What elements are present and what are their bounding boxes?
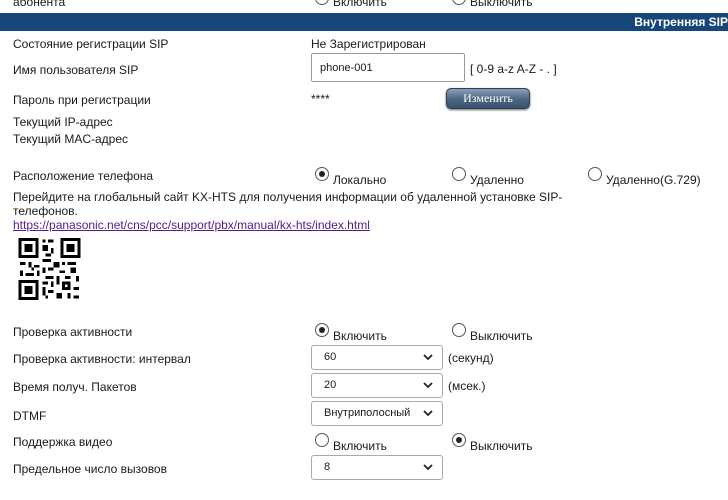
ip-label: Текущий IP-адрес xyxy=(13,115,113,129)
keepalive-interval-select[interactable]: 60 xyxy=(311,345,443,370)
remote-info-line1: Перейдите на глобальный сайт KX-HTS для … xyxy=(13,190,563,204)
subscriber-label: абонента xyxy=(13,0,66,9)
packet-time-unit: (мсек.) xyxy=(448,379,486,393)
chevron-down-icon xyxy=(423,464,433,471)
location-radio-local[interactable] xyxy=(315,167,329,181)
username-label: Имя пользователя SIP xyxy=(13,63,139,77)
max-calls-value: 8 xyxy=(324,461,331,473)
password-label: Пароль при регистрации xyxy=(13,93,151,107)
remote-info-line2: телефонов. xyxy=(13,204,78,218)
dtmf-select[interactable]: Внутриполосный xyxy=(311,401,443,426)
location-remote-label: Удаленно xyxy=(470,173,524,187)
reg-state-label: Состояние регистрации SIP xyxy=(13,37,169,51)
video-radio-off[interactable] xyxy=(452,433,466,447)
section-title: Внутренняя SIP xyxy=(634,15,728,29)
top-radio-on[interactable] xyxy=(315,0,329,5)
packet-time-label: Время получ. Пакетов xyxy=(13,380,137,394)
max-calls-select[interactable]: 8 xyxy=(311,455,443,480)
keepalive-off-label: Выключить xyxy=(470,329,533,343)
video-off-label: Выключить xyxy=(470,439,533,453)
top-radio-off[interactable] xyxy=(452,0,466,5)
dtmf-label: DTMF xyxy=(13,409,47,423)
keepalive-interval-label: Проверка активности: интервал xyxy=(13,352,191,366)
location-radio-remote[interactable] xyxy=(452,167,466,181)
keepalive-label: Проверка активности xyxy=(13,325,133,339)
keepalive-radio-off[interactable] xyxy=(452,323,466,337)
keepalive-radio-on[interactable] xyxy=(315,323,329,337)
location-radio-remote-g729[interactable] xyxy=(588,167,602,181)
username-hint: [ 0-9 a-z A-Z - . ] xyxy=(470,62,557,76)
keepalive-interval-unit: (секунд) xyxy=(448,351,494,365)
mac-label: Текущий MAC-адрес xyxy=(13,132,129,146)
packet-time-value: 20 xyxy=(324,379,337,391)
chevron-down-icon xyxy=(423,382,433,389)
qr-code-icon xyxy=(13,234,86,304)
chevron-down-icon xyxy=(423,410,433,417)
dtmf-value: Внутриполосный xyxy=(324,407,411,419)
packet-time-select[interactable]: 20 xyxy=(311,373,443,398)
keepalive-on-label: Включить xyxy=(333,329,387,343)
top-radio-off-label: Выключить xyxy=(470,0,533,9)
password-value: **** xyxy=(311,92,330,106)
reg-state-value: Не Зарегистрирован xyxy=(311,37,426,51)
change-password-button[interactable]: Изменить xyxy=(446,88,530,109)
video-radio-on[interactable] xyxy=(315,433,329,447)
keepalive-interval-value: 60 xyxy=(324,351,337,363)
section-header: Внутренняя SIP xyxy=(0,13,728,31)
top-radio-on-label: Включить xyxy=(333,0,387,9)
manual-link[interactable]: https://panasonic.net/cns/pcc/support/pb… xyxy=(13,218,370,232)
video-on-label: Включить xyxy=(333,439,387,453)
video-label: Поддержка видео xyxy=(13,435,113,449)
location-label: Расположение телефона xyxy=(13,169,154,183)
location-local-label: Локально xyxy=(333,173,387,187)
max-calls-label: Предельное число вызовов xyxy=(13,462,167,476)
username-input[interactable]: phone-001 xyxy=(311,53,465,82)
chevron-down-icon xyxy=(423,354,433,361)
location-remote-g729-label: Удаленно(G.729) xyxy=(606,173,701,187)
